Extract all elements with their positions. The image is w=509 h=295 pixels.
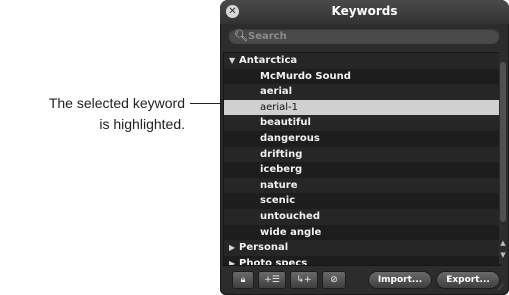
scroll-thumb[interactable] xyxy=(500,62,506,222)
keyword-label: iceberg xyxy=(260,164,303,176)
scroll-down-arrow-icon[interactable]: ▼ xyxy=(499,251,507,259)
bottom-toolbar: 🔒︎ +☰ ↳+ ⊘ Import... Export... xyxy=(220,267,509,295)
keyword-label: untouched xyxy=(260,210,320,222)
callout-leader-line xyxy=(190,103,220,104)
callout-line-2: is highlighted. xyxy=(99,116,185,132)
keyword-label: Photo specs xyxy=(239,257,308,266)
keyword-row[interactable]: dangerous xyxy=(224,130,500,147)
disclosure-triangle-open-icon[interactable]: ▼ xyxy=(229,53,235,69)
keyword-group-row[interactable]: ▼ Antarctica xyxy=(224,53,500,69)
add-keyword-button[interactable]: +☰ xyxy=(258,271,286,289)
keyword-row[interactable]: iceberg xyxy=(224,162,500,178)
keyword-label: aerial xyxy=(260,86,293,98)
keyword-label: drifting xyxy=(260,148,303,160)
keyword-row[interactable]: drifting xyxy=(224,146,500,163)
disclosure-triangle-closed-icon[interactable]: ▶ xyxy=(229,240,235,256)
keyword-label: Personal xyxy=(239,242,289,254)
remove-icon: ⊘ xyxy=(330,275,338,285)
keyword-label: dangerous xyxy=(260,132,320,144)
title-bar[interactable]: ✕ Keywords xyxy=(220,0,509,24)
keyword-group-row[interactable]: ▶ Personal xyxy=(224,240,500,256)
magnifier-icon: 🔍︎ xyxy=(234,29,248,42)
keyword-label: McMurdo Sound xyxy=(260,70,351,82)
keyword-group-row[interactable]: ▶ Photo specs xyxy=(224,255,500,266)
add-subkeyword-icon: ↳+ xyxy=(296,275,312,285)
keyword-row[interactable]: scenic xyxy=(224,193,500,209)
keyword-label: aerial-1 xyxy=(260,101,299,113)
import-button[interactable]: Import... xyxy=(368,271,432,289)
add-keyword-icon: +☰ xyxy=(264,275,280,285)
export-button[interactable]: Export... xyxy=(436,271,500,289)
keyword-row[interactable]: beautiful xyxy=(224,115,500,131)
scroll-up-arrow-icon[interactable]: ▲ xyxy=(499,239,507,247)
scrollbar[interactable]: ▲ ▼ xyxy=(499,52,507,264)
remove-button[interactable]: ⊘ xyxy=(322,271,346,289)
search-input[interactable] xyxy=(248,28,488,44)
keyword-label: nature xyxy=(260,179,298,191)
keyword-label: wide angle xyxy=(260,226,322,238)
callout-line-1: The selected keyword xyxy=(48,95,185,111)
keyword-label: scenic xyxy=(260,195,296,207)
add-subkeyword-button[interactable]: ↳+ xyxy=(290,271,318,289)
keyword-label: beautiful xyxy=(260,117,311,129)
lock-icon: 🔒︎ xyxy=(240,275,246,285)
lock-button[interactable]: 🔒︎ xyxy=(232,271,254,289)
keyword-list[interactable]: ▼ Antarctica McMurdo Sound aerial aerial-1 be… xyxy=(223,52,501,266)
keyword-label: Antarctica xyxy=(239,55,298,66)
disclosure-triangle-closed-icon[interactable]: ▶ xyxy=(229,256,235,265)
keyword-row[interactable]: nature xyxy=(224,177,500,194)
keyword-row[interactable]: aerial-1 xyxy=(224,99,500,116)
keyword-row[interactable]: wide angle xyxy=(224,224,500,241)
search-bar[interactable]: 🔍︎ xyxy=(228,28,500,44)
resize-grip-icon[interactable]: ⟋ xyxy=(498,283,504,293)
keyword-row[interactable]: untouched xyxy=(224,208,500,225)
keyword-row[interactable]: aerial xyxy=(224,84,500,100)
keyword-row[interactable]: McMurdo Sound xyxy=(224,68,500,85)
window-title: Keywords xyxy=(331,4,398,18)
keywords-window: ✕ Keywords 🔍︎ ▼ Antarctica McMurdo Sound ae… xyxy=(220,0,509,295)
